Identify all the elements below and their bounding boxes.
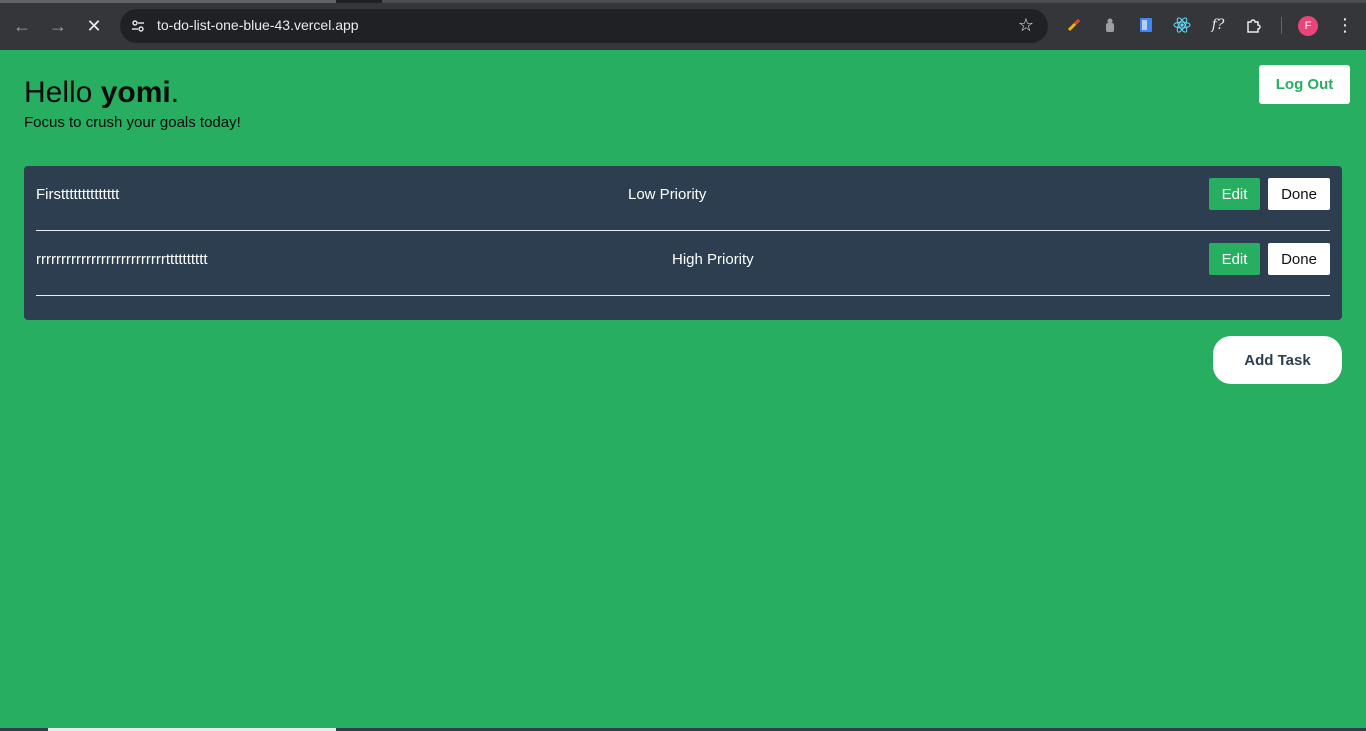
docs-extension-icon[interactable] [1136,15,1156,35]
back-icon[interactable]: ← [9,13,35,39]
active-tab[interactable] [0,0,336,3]
task-priority: High Priority [672,251,754,268]
user-name: yomi [100,76,171,109]
edit-button[interactable]: Edit [1209,243,1260,275]
task-row: rrrrrrrrrrrrrrrrrrrrrrrrrrtttttttttt Hig… [36,231,1330,296]
task-title: rrrrrrrrrrrrrrrrrrrrrrrrrrtttttttttt [36,251,208,268]
bookmark-star-icon[interactable]: ☆ [1018,15,1034,36]
react-devtools-icon[interactable] [1172,15,1192,35]
browser-menu-icon[interactable]: ⋮ [1336,14,1354,36]
page-greeting: Hello yomi. [24,76,179,110]
task-title: Firstttttttttttttt [36,186,120,203]
done-button[interactable]: Done [1268,243,1330,275]
url-text[interactable]: to-do-list-one-blue-43.vercel.app [157,17,359,33]
task-row: Firstttttttttttttt Low Priority Edit Don… [36,166,1330,231]
logout-button[interactable]: Log Out [1259,65,1350,104]
browser-toolbar: ← → ✕ to-do-list-one-blue-43.vercel.app … [0,0,1366,50]
site-settings-icon[interactable] [130,18,146,34]
color-picker-extension-icon[interactable] [1064,15,1084,35]
address-bar[interactable]: to-do-list-one-blue-43.vercel.app ☆ [120,9,1048,43]
task-priority: Low Priority [628,186,707,203]
extensions-puzzle-icon[interactable] [1244,15,1264,35]
edit-button[interactable]: Edit [1209,178,1260,210]
forward-icon[interactable]: → [45,13,71,39]
toolbar-divider [1281,17,1282,34]
profile-avatar[interactable]: F [1298,16,1318,36]
font-identifier-icon[interactable]: f? [1208,15,1228,35]
add-task-button[interactable]: Add Task [1213,336,1342,384]
page-subtitle: Focus to crush your goals today! [24,114,241,131]
greeting-suffix: . [170,76,180,109]
done-button[interactable]: Done [1268,178,1330,210]
stop-loading-icon[interactable]: ✕ [81,13,107,39]
greeting-prefix: Hello [24,76,101,109]
inactive-tab[interactable] [382,0,1366,3]
lock-extension-icon[interactable] [1100,15,1120,35]
task-list: Firstttttttttttttt Low Priority Edit Don… [24,166,1342,320]
profile-initial: F [1304,20,1312,32]
